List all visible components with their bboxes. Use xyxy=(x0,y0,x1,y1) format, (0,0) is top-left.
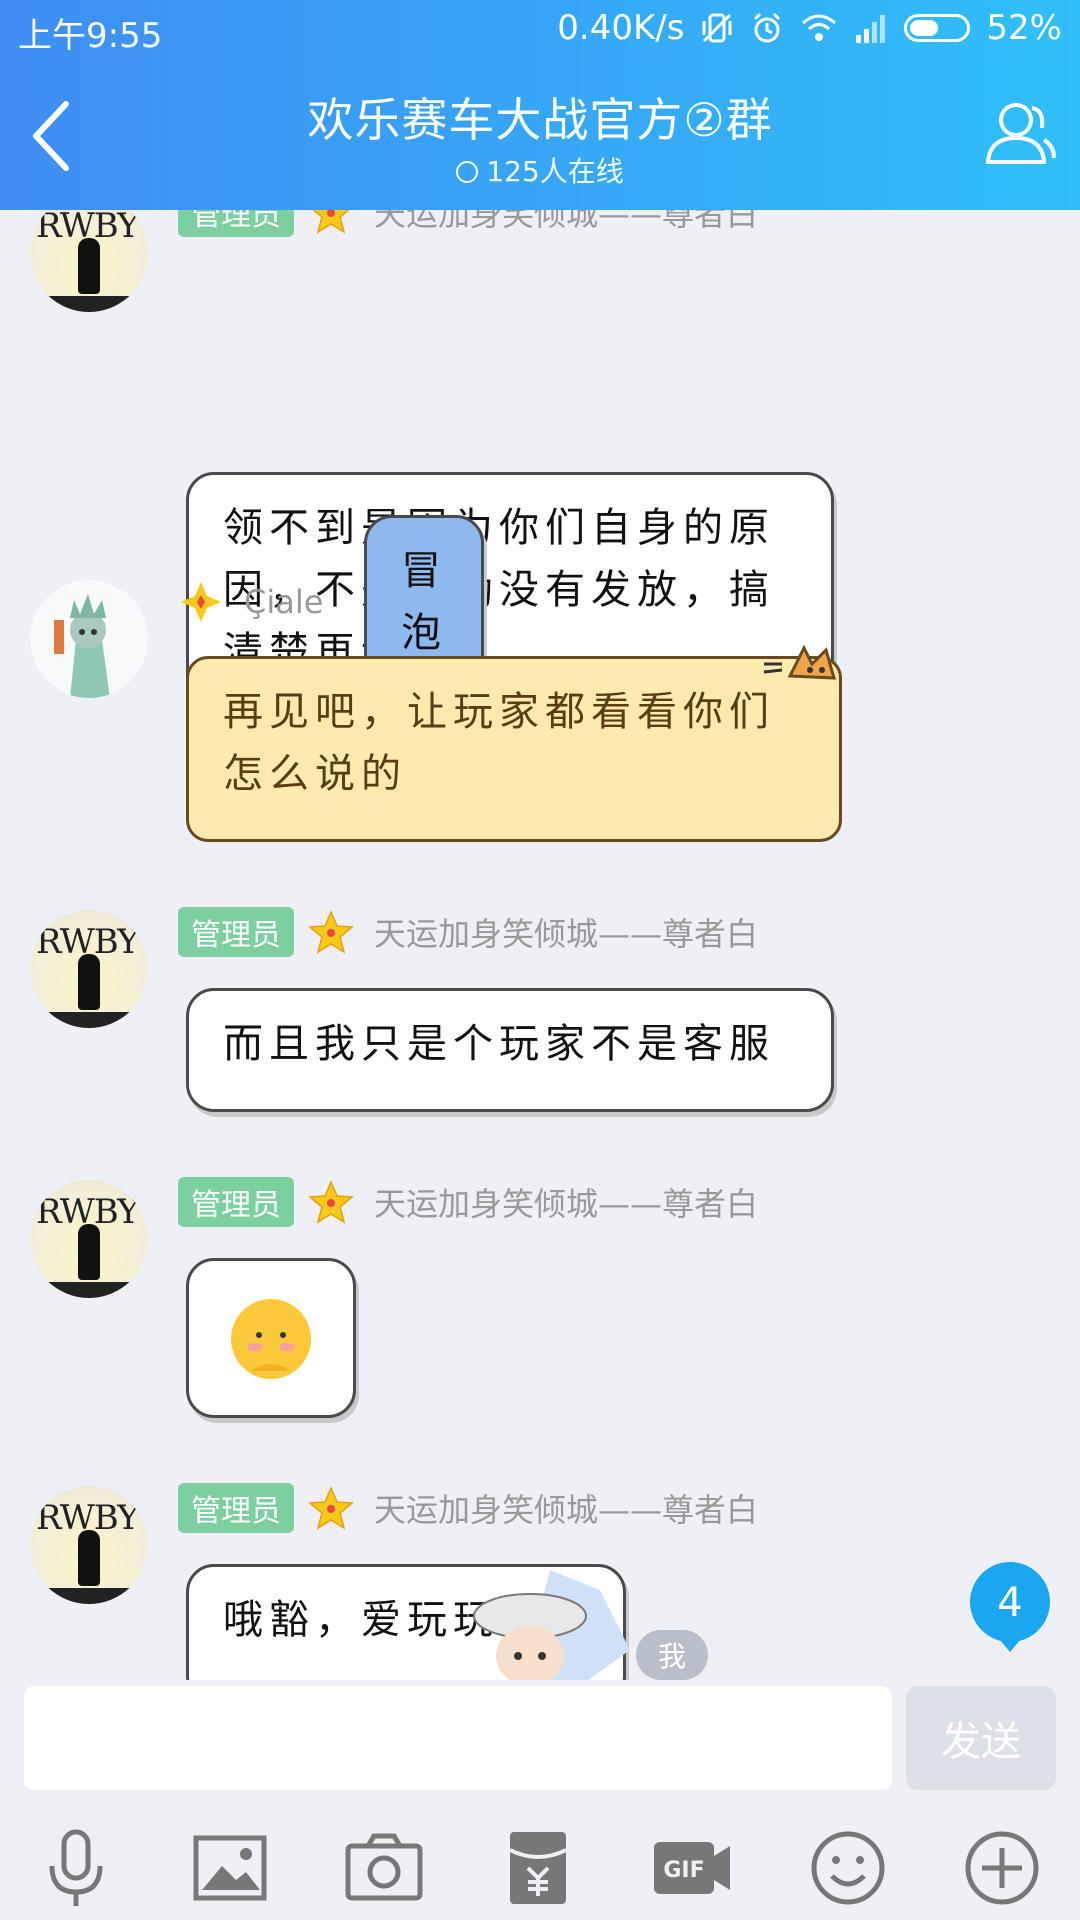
message-text: 而且我只是个玩家不是客服 xyxy=(223,1021,775,1067)
network-speed: 0.40K/s xyxy=(557,8,685,48)
vibrate-off-icon xyxy=(702,13,732,43)
star-badge-icon xyxy=(308,910,354,954)
sender-meta: 管理员 天运加身笑倾城——尊者白 xyxy=(178,210,759,237)
plus-icon[interactable] xyxy=(960,1826,1044,1910)
role-tag: 管理员 xyxy=(178,1177,294,1227)
battery-icon xyxy=(904,14,971,42)
status-time: 上午9:55 xyxy=(18,16,163,56)
sender-nickname: 天运加身笑倾城——尊者白 xyxy=(374,1185,759,1223)
online-count: 125人在线 xyxy=(0,150,1080,190)
sender-meta: 管理员 天运加身笑倾城——尊者白 xyxy=(178,907,759,957)
alarm-icon xyxy=(754,12,781,43)
role-tag: 管理员 xyxy=(178,210,294,237)
avatar[interactable] xyxy=(30,580,148,698)
message-list[interactable]: RWBY 管理员 天运加身笑倾城——尊者白 领不到是因为你们自身的原因，不是奖励… xyxy=(0,210,1080,1680)
chevron-down-circle-icon xyxy=(456,161,479,183)
image-icon[interactable] xyxy=(188,1826,272,1910)
red-packet-icon[interactable] xyxy=(496,1826,580,1910)
message-bubble[interactable]: 而且我只是个玩家不是客服 xyxy=(186,988,834,1112)
emoji-icon[interactable] xyxy=(806,1826,890,1910)
online-count-label: 125人在线 xyxy=(486,155,624,188)
avatar[interactable]: RWBY xyxy=(30,1486,148,1604)
cat-ear-decoration-icon xyxy=(763,644,837,680)
group-title: 欢乐赛车大战官方②群 xyxy=(307,93,773,147)
message-text: 再见吧，让玩家都看看你们怎么说的 xyxy=(223,689,775,797)
sender-nickname: 天运加身笑倾城——尊者白 xyxy=(374,1491,759,1529)
svg-text:GIF: GIF xyxy=(663,1858,704,1883)
signal-icon xyxy=(856,15,886,43)
role-tag: 管理员 xyxy=(178,907,294,957)
diamond-badge-icon xyxy=(181,582,221,622)
sender-nickname: Çiale xyxy=(244,583,324,621)
star-badge-icon xyxy=(308,1486,354,1530)
me-badge: 我 xyxy=(636,1630,708,1680)
role-tag: 管理员 xyxy=(178,1483,294,1533)
battery-percent: 52% xyxy=(986,8,1062,48)
star-badge-icon xyxy=(308,1180,354,1224)
chat-header: 上午9:55 0.40K/s 52% 欢乐赛车大战官方②群 125人在线 xyxy=(0,0,1080,210)
message-bubble[interactable]: 再见吧，让玩家都看看你们怎么说的 xyxy=(186,656,842,842)
message-input[interactable] xyxy=(24,1686,892,1790)
input-toolbar: GIF xyxy=(0,1806,1080,1920)
sender-nickname: 天运加身笑倾城——尊者白 xyxy=(374,915,759,953)
message-bubble[interactable] xyxy=(186,1258,356,1418)
input-row: 发送 xyxy=(0,1680,1080,1804)
sender-meta: 冒泡 Çiale xyxy=(178,515,484,689)
camera-icon[interactable] xyxy=(342,1826,426,1910)
pet-sprite-icon xyxy=(473,1570,630,1680)
status-icons: 0.40K/s 52% xyxy=(557,8,1062,48)
gif-icon[interactable]: GIF xyxy=(650,1826,734,1910)
unread-count-text: 4 xyxy=(997,1580,1022,1626)
message-text: 哦豁，爱玩玩 xyxy=(223,1597,499,1643)
mic-icon[interactable] xyxy=(34,1826,118,1910)
avatar[interactable]: RWBY xyxy=(30,210,148,312)
shy-emoji-icon xyxy=(231,1299,311,1379)
sender-nickname: 天运加身笑倾城——尊者白 xyxy=(374,210,759,233)
avatar[interactable]: RWBY xyxy=(30,1180,148,1298)
avatar[interactable]: RWBY xyxy=(30,910,148,1028)
star-badge-icon xyxy=(312,210,350,234)
send-button[interactable]: 发送 xyxy=(906,1686,1056,1790)
unread-count-badge[interactable]: 4 xyxy=(970,1562,1080,1654)
group-members-button[interactable] xyxy=(980,96,1058,172)
sender-meta: 管理员 天运加身笑倾城——尊者白 xyxy=(178,1483,759,1533)
sender-meta: 管理员 天运加身笑倾城——尊者白 xyxy=(178,1177,759,1227)
wifi-icon xyxy=(802,14,837,41)
statue-avatar-icon xyxy=(54,594,110,698)
